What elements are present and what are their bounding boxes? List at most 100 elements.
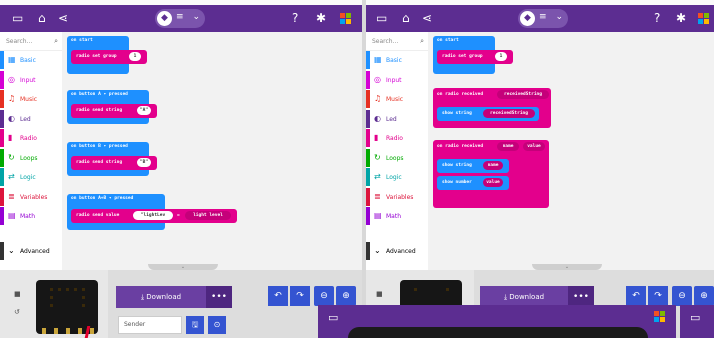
on-radio-received-value-block[interactable]: on radio received name value show string…	[433, 140, 549, 208]
radio-send-string-b-block[interactable]: radio send string "B"	[71, 156, 157, 170]
toolbox-category-logic[interactable]: ⇄ Logic	[366, 168, 428, 186]
search-icon[interactable]: ⌕	[420, 37, 424, 46]
toolbox-category-math[interactable]: ▤ Math	[366, 207, 428, 225]
download-button[interactable]: ⤓ Download	[116, 286, 206, 308]
blocks-workspace[interactable]: on start radio set group 1 on radio rece…	[428, 32, 714, 270]
undo-icon[interactable]: ↶	[268, 286, 288, 306]
redo-icon[interactable]: ↷	[290, 286, 310, 306]
name-var-pill[interactable]: name	[483, 161, 503, 170]
home-icon[interactable]: ⌂	[402, 11, 410, 25]
zoom-out-icon[interactable]: ⊖	[314, 286, 334, 306]
editor-mode-toggle[interactable]: ◆ ≡ ⌄	[155, 9, 205, 28]
stop-icon[interactable]: ■	[14, 290, 21, 298]
microsoft-logo-icon[interactable]	[698, 13, 710, 25]
blocks-mode-icon[interactable]: ◆	[157, 11, 172, 26]
github-icon[interactable]: ⊙	[208, 316, 226, 334]
help-icon[interactable]: ?	[654, 11, 660, 25]
help-icon[interactable]: ?	[292, 11, 298, 25]
radio-set-group-block[interactable]: radio set group 1	[437, 50, 513, 64]
toolbox-advanced[interactable]: ⌄ Advanced	[366, 242, 428, 260]
on-button-a-block[interactable]: on button A ▾ pressed radio send string …	[67, 90, 157, 124]
show-string-var-pill[interactable]: receivedString	[483, 109, 535, 118]
toolbox-category-loops[interactable]: ↻ Loops	[0, 148, 62, 167]
radio-send-value-block[interactable]: radio send value "lightLev = light level	[71, 209, 237, 223]
undo-icon[interactable]: ↶	[626, 286, 646, 306]
gear-icon[interactable]: ✱	[676, 11, 686, 25]
home-icon[interactable]: ⌂	[38, 11, 46, 25]
save-icon[interactable]: 🖫	[186, 316, 204, 334]
toolbox-category-music[interactable]: ♫ Music	[0, 90, 62, 108]
logo-icon[interactable]: ▭	[12, 11, 23, 25]
chevron-down-icon[interactable]: ⌄	[555, 12, 563, 22]
javascript-mode-icon[interactable]: ≡	[176, 12, 184, 22]
value-name-pill[interactable]: "lightLev	[133, 211, 173, 220]
toolbox-category-input[interactable]: ◎ Input	[0, 70, 62, 89]
project-name-input[interactable]: Sender	[118, 316, 182, 334]
toolbox-category-led[interactable]: ◐ Led	[366, 109, 428, 128]
toolbox-category-radio[interactable]: ▮ Radio	[366, 129, 428, 147]
redo-icon[interactable]: ↷	[648, 286, 668, 306]
zoom-out-icon[interactable]: ⊖	[672, 286, 692, 306]
name-var-pill[interactable]: name	[497, 142, 519, 151]
light-level-pill[interactable]: light level	[185, 211, 231, 220]
editor-window-sender: ▭ ⌂ ⋖ ◆ ≡ ⌄ ? ✱ Search... ⌕ ▦ Basic ◎ Input…	[0, 0, 362, 338]
toolbox-category-music[interactable]: ♫ Music	[366, 90, 428, 108]
value-var-pill[interactable]: value	[523, 142, 545, 151]
advanced-label: Advanced	[386, 248, 416, 255]
toolbox-category-input[interactable]: ◎ Input	[366, 70, 428, 89]
toolbox-category-variables[interactable]: ≣ Variables	[366, 187, 428, 206]
radio-send-string-a-block[interactable]: radio send string "A"	[71, 104, 157, 118]
radio-set-group-block[interactable]: radio set group 1	[71, 50, 147, 64]
set-group-label: radio set group	[76, 54, 117, 59]
toolbox-category-radio[interactable]: ▮ Radio	[0, 129, 62, 147]
toolbox-advanced[interactable]: ⌄ Advanced	[0, 242, 62, 260]
microsoft-logo-icon[interactable]	[654, 311, 666, 323]
stop-icon[interactable]: ■	[376, 290, 383, 298]
editor-mode-toggle[interactable]: ◆ ≡ ⌄	[518, 9, 568, 28]
logo-icon[interactable]: ▭	[376, 11, 387, 25]
toolbox-category-logic[interactable]: ⇄ Logic	[0, 168, 62, 186]
gear-icon[interactable]: ✱	[316, 11, 326, 25]
string-a-pill[interactable]: "A"	[137, 106, 151, 115]
toolbox-category-basic[interactable]: ▦ Basic	[366, 51, 428, 69]
show-string-name-block[interactable]: show string name	[437, 159, 509, 173]
show-string-block[interactable]: show string receivedString	[437, 107, 539, 121]
toolbox-category-loops[interactable]: ↻ Loops	[366, 148, 428, 167]
microsoft-logo-icon[interactable]	[340, 13, 352, 25]
category-label: Radio	[20, 135, 37, 142]
on-start-block[interactable]: on start radio set group 1	[433, 36, 513, 74]
toolbox-category-basic[interactable]: ▦ Basic	[0, 51, 62, 69]
share-icon[interactable]: ⋖	[58, 11, 68, 25]
group-value-pill[interactable]: 1	[129, 52, 141, 61]
toolbox-category-variables[interactable]: ≣ Variables	[0, 187, 62, 206]
value-var-pill[interactable]: value	[483, 178, 503, 187]
search-icon[interactable]: ⌕	[54, 37, 58, 46]
toolbox-category-led[interactable]: ◐ Led	[0, 109, 62, 128]
on-radio-received-string-block[interactable]: on radio received receivedString show st…	[433, 88, 551, 128]
group-value-pill[interactable]: 1	[495, 52, 507, 61]
javascript-mode-icon[interactable]: ≡	[539, 12, 547, 22]
input-icon: ◎	[8, 74, 15, 84]
zoom-in-icon[interactable]: ⊕	[336, 286, 356, 306]
show-number-block[interactable]: show number value	[437, 176, 509, 190]
on-button-b-block[interactable]: on button B ▾ pressed radio send string …	[67, 142, 157, 176]
string-b-pill[interactable]: "B"	[137, 158, 151, 167]
share-icon[interactable]: ⋖	[422, 11, 432, 25]
restart-icon[interactable]: ↺	[14, 308, 20, 316]
on-start-block[interactable]: on start radio set group 1	[67, 36, 147, 74]
received-string-var-pill[interactable]: receivedString	[497, 90, 549, 99]
loops-icon: ↻	[374, 152, 381, 162]
blocks-workspace[interactable]: on start radio set group 1 on button A ▾…	[62, 32, 362, 270]
more-button[interactable]: •••	[206, 286, 232, 308]
blocks-mode-icon[interactable]: ◆	[520, 11, 535, 26]
logo-icon[interactable]: ▭	[690, 311, 700, 324]
toolbox-search-input[interactable]: Search... ⌕	[366, 32, 428, 51]
toolbox-search-input[interactable]: Search... ⌕	[0, 32, 62, 51]
category-label: Math	[386, 213, 402, 220]
toolbox-category-math[interactable]: ▤ Math	[0, 207, 62, 225]
loops-icon: ↻	[8, 152, 15, 162]
zoom-in-icon[interactable]: ⊕	[694, 286, 714, 306]
on-button-ab-block[interactable]: on button A+B ▾ pressed radio send value…	[67, 194, 237, 230]
logo-icon[interactable]: ▭	[328, 311, 338, 324]
chevron-down-icon[interactable]: ⌄	[192, 12, 200, 22]
